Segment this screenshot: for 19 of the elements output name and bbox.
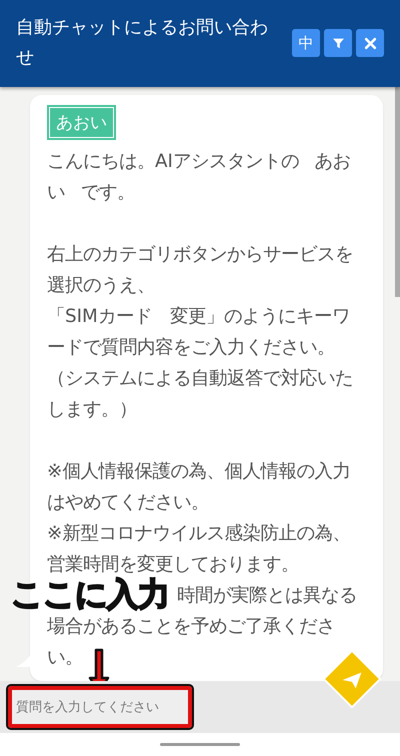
message-text: 「SIMカード 変更」のようにキーワードで質問内容をご入力ください。 bbox=[47, 304, 351, 360]
message-text: ※個人情報保護の為、個人情報の入力はやめてください。 bbox=[47, 460, 352, 515]
message-text: ※新型コロナウイルス感染防止の為、営業時間を変更しております。 bbox=[47, 522, 352, 577]
filter-button[interactable] bbox=[324, 29, 352, 58]
filter-icon bbox=[332, 36, 344, 50]
message-text: 右上のカテゴリボタンからサービスを選択のうえ、 bbox=[47, 242, 354, 298]
annotation-label: ここに入力 bbox=[11, 576, 169, 611]
close-icon bbox=[364, 36, 376, 50]
sender-tag: あおい bbox=[49, 106, 114, 138]
message-text: 時間が実際とは異なる bbox=[177, 584, 357, 608]
message-text: い。 bbox=[47, 646, 83, 670]
home-indicator[interactable] bbox=[160, 743, 240, 746]
message-text: （システムによる自動返答で対応いたします。） bbox=[47, 366, 354, 422]
message-text: こんにちは。AIアシスタントの あおい です。 bbox=[47, 150, 352, 205]
input-field[interactable]: 質問を入力してください bbox=[8, 686, 192, 728]
message-text: 場合があることを予めご了承くださ bbox=[47, 614, 335, 639]
language-button[interactable]: 中 bbox=[292, 29, 320, 58]
window-title: 自動チャットによるお問い合わせ bbox=[16, 16, 269, 70]
close-button[interactable] bbox=[356, 29, 384, 58]
